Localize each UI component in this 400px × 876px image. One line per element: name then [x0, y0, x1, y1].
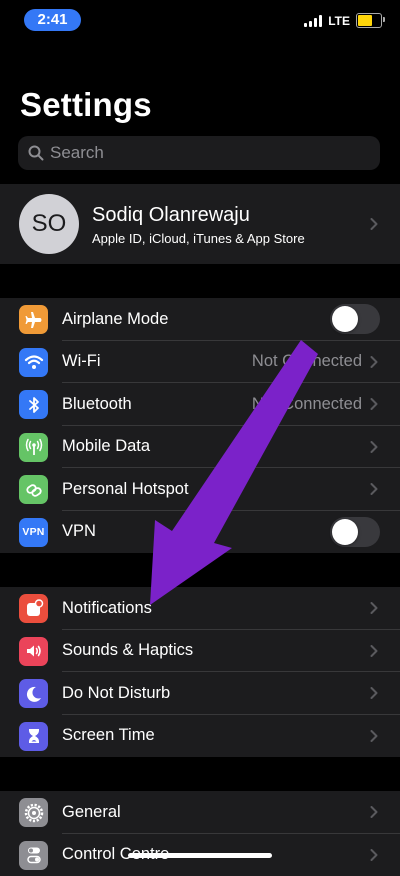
notifications-icon — [19, 594, 48, 623]
row-label: Bluetooth — [62, 395, 132, 414]
row-value: Not Connected — [252, 352, 362, 371]
network-type: LTE — [328, 14, 350, 28]
general-group: GeneralControl Centre — [0, 791, 400, 876]
chevron-right-icon — [370, 645, 378, 657]
row-label: Mobile Data — [62, 437, 150, 456]
chevron-right-icon — [370, 356, 378, 368]
speaker-icon — [19, 637, 48, 666]
settings-row-mobile-data[interactable]: Mobile Data — [0, 426, 400, 469]
chevron-right-icon — [370, 602, 378, 614]
bluetooth-icon — [19, 390, 48, 419]
settings-row-notifications[interactable]: Notifications — [0, 587, 400, 630]
search-placeholder: Search — [50, 143, 104, 163]
notifications-group: Notifications Sounds & Haptics Do Not Dist… — [0, 587, 400, 757]
vpn-toggle[interactable] — [330, 517, 380, 547]
row-label: Notifications — [62, 599, 152, 618]
search-input[interactable]: Search — [18, 136, 380, 170]
settings-row-personal-hotspot[interactable]: Personal Hotspot — [0, 468, 400, 511]
chevron-right-icon — [370, 849, 378, 861]
connectivity-group: Airplane ModeWi-FiNot ConnectedBluetooth… — [0, 298, 400, 553]
row-label: Screen Time — [62, 726, 155, 745]
wifi-icon — [19, 348, 48, 377]
hourglass-icon — [19, 722, 48, 751]
page-title: Settings — [20, 86, 152, 124]
settings-row-bluetooth[interactable]: Bluetooth Not Connected — [0, 383, 400, 426]
row-label: Wi-Fi — [62, 352, 100, 371]
settings-row-airplane-mode[interactable]: Airplane Mode — [0, 298, 400, 341]
signal-icon — [304, 15, 322, 27]
status-bar: 2:41 LTE — [0, 0, 400, 44]
profile-subtitle: Apple ID, iCloud, iTunes & App Store — [92, 231, 305, 246]
airplane-mode-toggle[interactable] — [330, 304, 380, 334]
row-label: VPN — [62, 522, 96, 541]
airplane-icon — [19, 305, 48, 334]
status-time[interactable]: 2:41 — [24, 9, 81, 31]
status-indicators: LTE — [304, 13, 382, 28]
settings-row-do-not-disturb[interactable]: Do Not Disturb — [0, 672, 400, 715]
switches-icon — [19, 841, 48, 870]
row-label: Airplane Mode — [62, 310, 168, 329]
toggle-knob — [332, 519, 358, 545]
toggle-knob — [332, 306, 358, 332]
row-label: Sounds & Haptics — [62, 641, 193, 660]
chevron-right-icon — [370, 687, 378, 699]
chevron-right-icon — [370, 806, 378, 818]
gear-icon — [19, 798, 48, 827]
settings-row-screen-time[interactable]: Screen Time — [0, 715, 400, 758]
apple-id-row[interactable]: SO Sodiq Olanrewaju Apple ID, iCloud, iT… — [0, 184, 400, 264]
chevron-right-icon — [370, 483, 378, 495]
settings-row-general[interactable]: General — [0, 791, 400, 834]
chevron-right-icon — [370, 441, 378, 453]
link-icon — [19, 475, 48, 504]
row-label: General — [62, 803, 121, 822]
battery-icon — [356, 13, 382, 28]
profile-name: Sodiq Olanrewaju — [92, 204, 250, 227]
chevron-right-icon — [370, 398, 378, 410]
settings-row-vpn[interactable]: VPN VPN — [0, 511, 400, 554]
row-label: Personal Hotspot — [62, 480, 189, 499]
home-indicator[interactable] — [128, 853, 272, 858]
moon-icon — [19, 679, 48, 708]
chevron-right-icon — [370, 730, 378, 742]
settings-row-wi-fi[interactable]: Wi-Fi Not Connected — [0, 341, 400, 384]
row-value: Not Connected — [252, 395, 362, 414]
search-icon — [28, 145, 44, 161]
chevron-right-icon — [370, 218, 378, 230]
settings-row-sounds-and-haptics[interactable]: Sounds & Haptics — [0, 630, 400, 673]
avatar: SO — [19, 194, 79, 254]
row-label: Do Not Disturb — [62, 684, 170, 703]
vpn-icon: VPN — [19, 518, 48, 547]
antenna-icon — [19, 433, 48, 462]
